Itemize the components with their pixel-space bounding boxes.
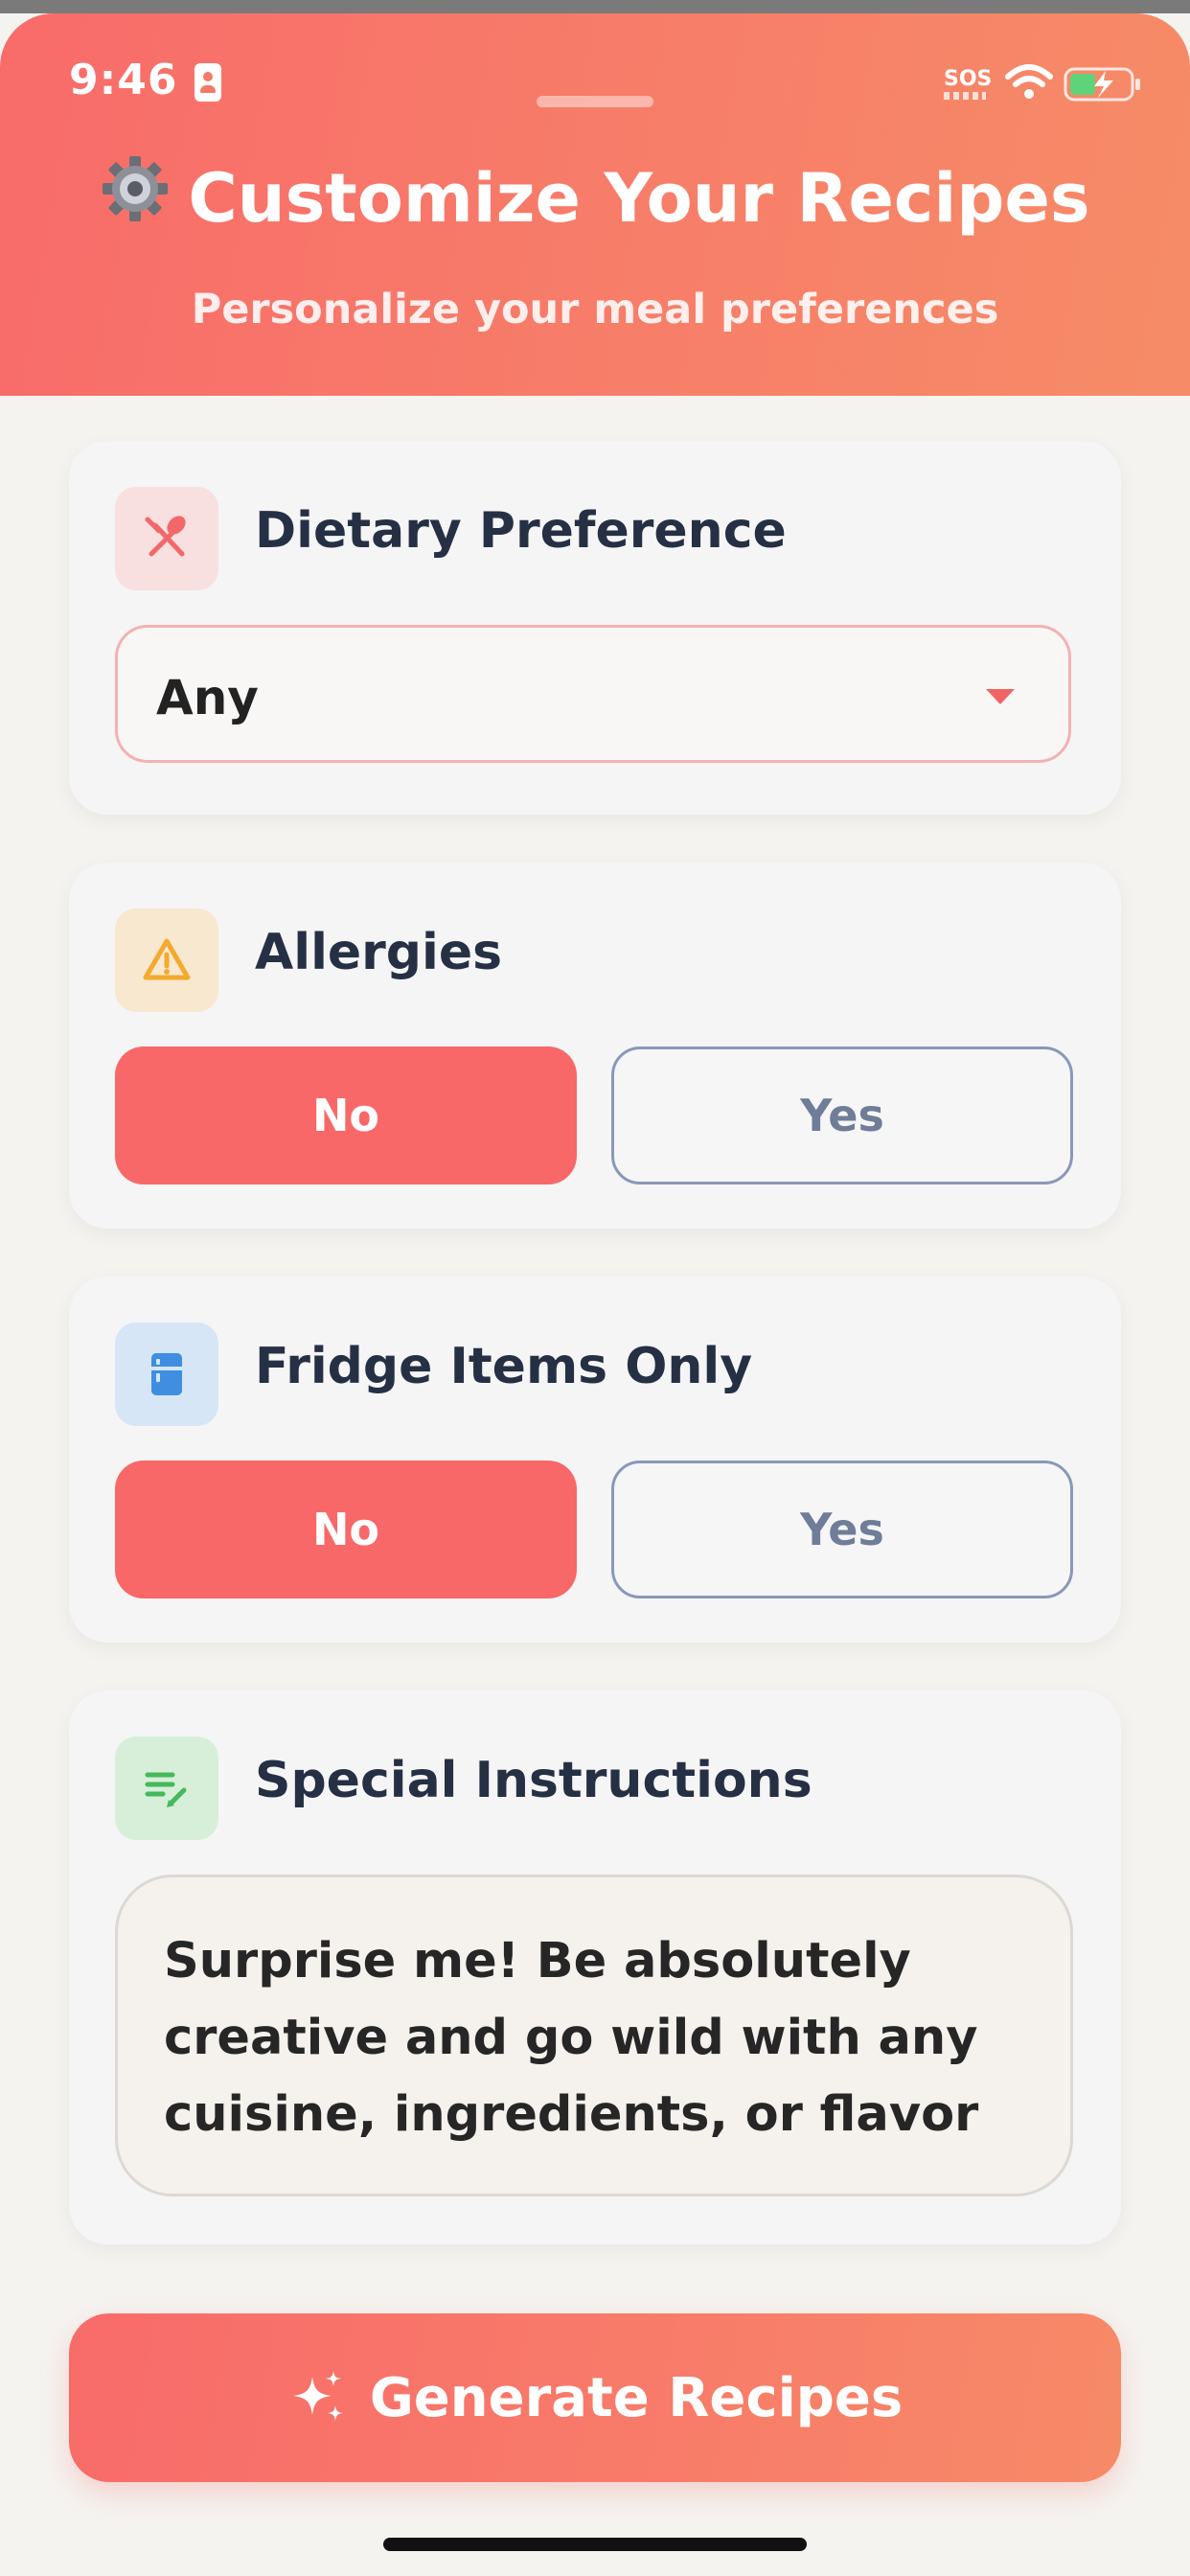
status-time: 9:46: [69, 56, 178, 104]
fridge-items-title: Fridge Items Only: [255, 1338, 753, 1395]
allergies-yes-button[interactable]: Yes: [611, 1046, 1073, 1184]
dietary-preference-title: Dietary Preference: [255, 502, 787, 560]
special-instructions-input[interactable]: Surprise me! Be absolutely creative and …: [115, 1874, 1073, 2196]
page-subtitle: Personalize your meal preferences: [191, 286, 999, 334]
warning-icon: [115, 908, 218, 1012]
gear-icon: [100, 153, 171, 241]
page-title-row: Customize Your Recipes: [0, 156, 1190, 246]
battery-charging-icon: [1064, 67, 1140, 102]
home-indicator: [383, 2538, 807, 2551]
page-title: Customize Your Recipes: [188, 159, 1090, 238]
allergies-no-button[interactable]: No: [115, 1046, 577, 1184]
chevron-down-icon: [986, 689, 1015, 704]
id-card-icon: [195, 63, 221, 102]
generate-recipes-label: Generate Recipes: [369, 2366, 904, 2429]
special-instructions-card: Special Instructions Surprise me! Be abs…: [69, 1690, 1121, 2244]
sos-indicator: SOS: [944, 67, 993, 91]
utensils-icon: [115, 487, 218, 590]
generate-recipes-button[interactable]: Generate Recipes: [69, 2313, 1121, 2482]
fridge-yes-button[interactable]: Yes: [611, 1460, 1073, 1598]
dietary-preference-select[interactable]: Any: [115, 625, 1071, 763]
special-instructions-title: Special Instructions: [255, 1752, 812, 1809]
sheet-grabber[interactable]: [537, 96, 653, 107]
header: 9:46 SOS Customize Your Recipes Personal…: [0, 13, 1190, 396]
dietary-preference-value: Any: [156, 670, 259, 725]
fridge-items-card: Fridge Items Only No Yes: [69, 1276, 1121, 1643]
fridge-no-button[interactable]: No: [115, 1460, 577, 1598]
sparkles-icon: [292, 2371, 343, 2421]
allergies-title: Allergies: [255, 924, 503, 981]
special-instructions-text: Surprise me! Be absolutely creative and …: [164, 1933, 979, 2143]
allergies-card: Allergies No Yes: [69, 862, 1121, 1229]
sheet-backdrop: [0, 0, 1190, 13]
wifi-icon: [1005, 64, 1053, 99]
fridge-icon: [115, 1322, 218, 1426]
dietary-preference-card: Dietary Preference Any: [69, 441, 1121, 815]
signal-dots-icon: [944, 92, 986, 100]
edit-note-icon: [115, 1736, 218, 1840]
